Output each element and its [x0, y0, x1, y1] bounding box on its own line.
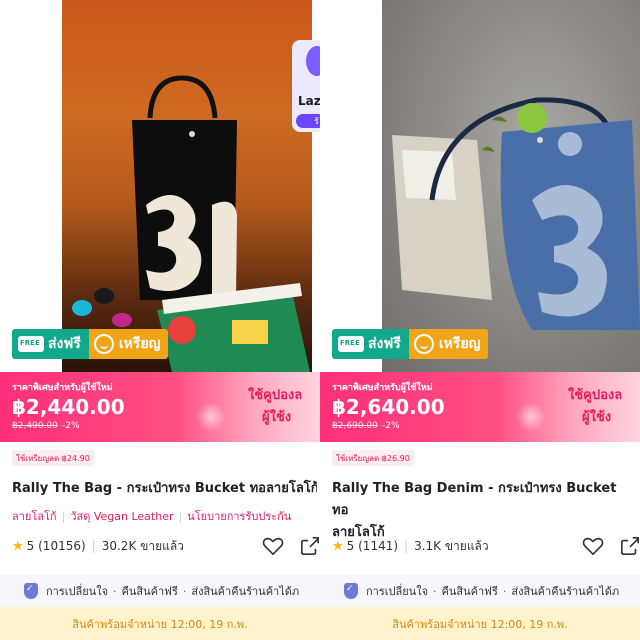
current-price: ฿2,440.00 [12, 395, 125, 419]
lazada-label: Laz [298, 94, 320, 108]
coin-smile-icon [93, 334, 114, 354]
bag-illustration [72, 75, 310, 372]
share-icon[interactable] [620, 536, 640, 556]
product-image[interactable]: Laz รั [0, 0, 320, 372]
sparkle-icon [516, 402, 546, 432]
sold-count: 30.2K ขายแล้ว [101, 538, 184, 553]
sparkle-icon [196, 402, 226, 432]
free-shipping-badge: ส่งฟรี [332, 329, 409, 359]
truck-icon [338, 336, 364, 352]
price-label: ราคาพิเศษสำหรับผู้ใช้ใหม่ [12, 383, 113, 393]
product-image[interactable] [320, 0, 640, 372]
attribute-pattern: ลายโลโก้ [12, 510, 57, 523]
coin-smile-icon [413, 334, 434, 354]
availability-banner: สินค้าพร้อมจำหน่าย 12:00, 19 ก.พ. [0, 607, 320, 640]
product-grid: Laz รั ส่งฟรี เหรียญ ราคาพิเศษสำหรับผู้ใ… [0, 0, 640, 640]
share-icon[interactable] [300, 536, 320, 556]
free-shipping-badge: ส่งฟรี [12, 329, 89, 359]
coupon-text-2: ผู้ใช้ง [262, 410, 292, 425]
rating-count: (1141) [358, 539, 399, 553]
heart-icon[interactable] [582, 536, 604, 556]
price-banner[interactable]: ราคาพิเศษสำหรับผู้ใช้ใหม่ ฿2,640.00 ฿2,6… [320, 372, 640, 442]
product-title[interactable]: Rally The Bag Denim - กระเป๋าทรง Bucket … [332, 478, 637, 544]
lazada-overlay[interactable]: Laz รั [292, 40, 320, 132]
product-photo [62, 0, 312, 372]
image-margin [320, 0, 382, 372]
star-icon: ★ [332, 538, 344, 554]
coins-badge: เหรียญ [88, 329, 169, 359]
coin-discount-tag: ใช้เหรียญลด ฿26.90 [332, 450, 414, 466]
promo-badges: ส่งฟรี เหรียญ [12, 329, 169, 359]
truck-icon [18, 336, 44, 352]
coupon-text: ใช้คูปองล [248, 388, 303, 403]
product-attributes: ลายโลโก้ | วัสดุ Vegan Leather | นโยบายการรั… [12, 510, 292, 523]
coin-discount-tag: ใช้เหรียญลด ฿24.90 [12, 450, 94, 466]
current-price: ฿2,640.00 [332, 395, 445, 419]
lazada-logo-icon [306, 46, 320, 76]
shield-check-icon [344, 583, 358, 599]
lazada-pill[interactable]: รั [296, 114, 320, 128]
discount-percent: -2% [62, 421, 80, 431]
product-title[interactable]: Rally The Bag - กระเป๋าทรง Bucket ทอลายโ… [12, 478, 317, 500]
rating-row: ★ 5 (10156) | 30.2K ขายแล้ว [12, 538, 184, 554]
heart-icon[interactable] [262, 536, 284, 556]
shield-check-icon [24, 583, 38, 599]
guarantee-strip[interactable]: การเปลี่ยนใจ·คืนสินค้าฟรี·ส่งสินค้าคืนร้… [0, 575, 320, 607]
price-banner[interactable]: ราคาพิเศษสำหรับผู้ใช้ใหม่ ฿2,440.00 ฿2,4… [0, 372, 320, 442]
product-card-rally-bag[interactable]: Laz รั ส่งฟรี เหรียญ ราคาพิเศษสำหรับผู้ใ… [0, 0, 320, 640]
original-price: ฿2,690.00 [332, 421, 378, 431]
attribute-warranty: นโยบายการรับประกัน [187, 510, 292, 523]
promo-badges: ส่งฟรี เหรียญ [332, 329, 489, 359]
availability-banner: สินค้าพร้อมจำหน่าย 12:00, 19 ก.พ. [320, 607, 640, 640]
coupon-text: ใช้คูปองล [568, 388, 623, 403]
coins-badge: เหรียญ [408, 329, 489, 359]
coupon-text-2: ผู้ใช้ง [582, 410, 612, 425]
image-margin [0, 0, 62, 372]
rating-row: ★ 5 (1141) | 3.1K ขายแล้ว [332, 538, 489, 554]
price-label: ราคาพิเศษสำหรับผู้ใช้ใหม่ [332, 383, 433, 393]
star-icon: ★ [12, 538, 24, 554]
attribute-material: วัสดุ Vegan Leather [70, 510, 174, 523]
guarantee-strip[interactable]: การเปลี่ยนใจ·คืนสินค้าฟรี·ส่งสินค้าคืนร้… [320, 575, 640, 607]
discount-percent: -2% [382, 421, 400, 431]
rating-score: 5 [346, 539, 355, 553]
rating-count: (10156) [38, 539, 86, 553]
original-price: ฿2,490.00 [12, 421, 58, 431]
rating-score: 5 [26, 539, 35, 553]
product-photo [382, 0, 640, 372]
sold-count: 3.1K ขายแล้ว [414, 538, 489, 553]
product-card-rally-bag-denim[interactable]: ส่งฟรี เหรียญ ราคาพิเศษสำหรับผู้ใช้ใหม่ … [320, 0, 640, 640]
denim-bag-illustration [392, 97, 640, 330]
